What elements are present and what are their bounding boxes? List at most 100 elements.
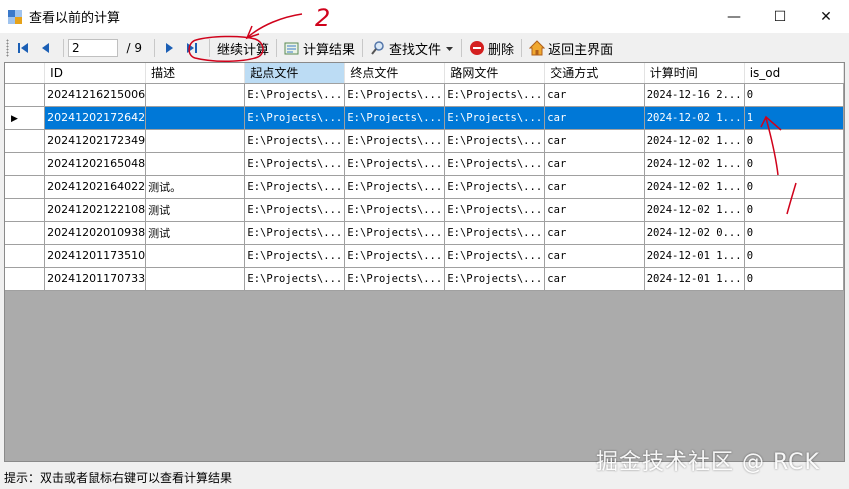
maximize-button[interactable]: ☐: [757, 0, 803, 33]
row-header[interactable]: [5, 267, 46, 291]
row-header[interactable]: [5, 129, 46, 153]
id-cell[interactable]: 20241202165048: [44, 152, 147, 176]
id-cell[interactable]: 20241202172642: [44, 106, 147, 130]
table-row[interactable]: 20241202122108 测试 E:\Projects\... E:\Pro…: [5, 198, 844, 222]
row-header[interactable]: [5, 83, 46, 107]
data-grid[interactable]: ID 描述 起点文件 终点文件 路网文件 交通方式 计算时间 is_od 202…: [4, 62, 845, 462]
transport-mode-cell[interactable]: car: [544, 244, 645, 268]
calc-time-cell[interactable]: 2024-12-02 1...: [644, 129, 745, 153]
close-button[interactable]: ✕: [803, 0, 849, 33]
transport-mode-cell[interactable]: car: [544, 106, 645, 130]
id-cell[interactable]: 20241202172349: [44, 129, 147, 153]
transport-mode-cell[interactable]: car: [544, 221, 645, 245]
start-file-cell[interactable]: E:\Projects\...: [244, 198, 346, 222]
is-od-cell[interactable]: 0: [744, 83, 844, 107]
calc-time-cell[interactable]: 2024-12-02 0...: [644, 221, 745, 245]
description-cell[interactable]: 测试: [145, 221, 246, 245]
column-header[interactable]: ID: [44, 63, 147, 84]
calc-time-cell[interactable]: 2024-12-01 1...: [644, 267, 745, 291]
calc-time-cell[interactable]: 2024-12-02 1...: [644, 106, 745, 130]
start-file-cell[interactable]: E:\Projects\...: [244, 129, 346, 153]
return-home-button[interactable]: 返回主界面: [526, 37, 616, 59]
column-header[interactable]: 描述: [145, 63, 246, 84]
start-file-cell[interactable]: E:\Projects\...: [244, 221, 346, 245]
is-od-cell[interactable]: 0: [744, 244, 844, 268]
end-file-cell[interactable]: E:\Projects\...: [344, 106, 446, 130]
start-file-cell[interactable]: E:\Projects\...: [244, 83, 346, 107]
description-cell[interactable]: 测试: [145, 198, 246, 222]
network-file-cell[interactable]: E:\Projects\...: [444, 221, 546, 245]
first-record-button[interactable]: [13, 38, 33, 58]
transport-mode-cell[interactable]: car: [544, 198, 645, 222]
description-cell[interactable]: [145, 129, 246, 153]
calc-time-cell[interactable]: 2024-12-02 1...: [644, 198, 745, 222]
row-header[interactable]: [5, 244, 46, 268]
calc-time-cell[interactable]: 2024-12-16 2...: [644, 83, 745, 107]
description-cell[interactable]: 测试。: [145, 175, 246, 199]
transport-mode-cell[interactable]: car: [544, 129, 645, 153]
row-header[interactable]: [5, 221, 46, 245]
description-cell[interactable]: [145, 152, 246, 176]
transport-mode-cell[interactable]: car: [544, 152, 645, 176]
is-od-cell[interactable]: 0: [744, 221, 844, 245]
delete-button[interactable]: 删除: [466, 37, 517, 59]
previous-record-button[interactable]: [36, 38, 56, 58]
minimize-button[interactable]: —: [711, 0, 757, 33]
column-header[interactable]: 计算时间: [644, 63, 745, 84]
network-file-cell[interactable]: E:\Projects\...: [444, 152, 546, 176]
start-file-cell[interactable]: E:\Projects\...: [244, 244, 346, 268]
table-row-selected[interactable]: ▶ 20241202172642 E:\Projects\... E:\Proj…: [5, 106, 844, 130]
description-cell[interactable]: [145, 83, 246, 107]
continue-calculation-button[interactable]: 继续计算: [214, 37, 272, 59]
id-cell[interactable]: 20241201173510: [44, 244, 147, 268]
is-od-cell[interactable]: 0: [744, 267, 844, 291]
end-file-cell[interactable]: E:\Projects\...: [344, 152, 446, 176]
calc-time-cell[interactable]: 2024-12-01 1...: [644, 244, 745, 268]
end-file-cell[interactable]: E:\Projects\...: [344, 175, 446, 199]
row-header[interactable]: [5, 198, 46, 222]
description-cell[interactable]: [145, 244, 246, 268]
row-header-corner[interactable]: [5, 63, 46, 84]
last-record-button[interactable]: [182, 38, 202, 58]
is-od-cell[interactable]: 1: [744, 106, 844, 130]
column-header[interactable]: 交通方式: [544, 63, 645, 84]
table-row[interactable]: 20241202164022 测试。 E:\Projects\... E:\Pr…: [5, 175, 844, 199]
description-cell[interactable]: [145, 267, 246, 291]
table-row[interactable]: 20241201173510 E:\Projects\... E:\Projec…: [5, 244, 844, 268]
table-row[interactable]: 20241201170733 E:\Projects\... E:\Projec…: [5, 267, 844, 291]
is-od-cell[interactable]: 0: [744, 152, 844, 176]
id-cell[interactable]: 20241202122108: [44, 198, 147, 222]
column-header[interactable]: 终点文件: [344, 63, 446, 84]
start-file-cell[interactable]: E:\Projects\...: [244, 106, 346, 130]
is-od-cell[interactable]: 0: [744, 129, 844, 153]
column-header[interactable]: is_od: [744, 63, 844, 84]
view-results-button[interactable]: 计算结果: [281, 37, 358, 59]
end-file-cell[interactable]: E:\Projects\...: [344, 221, 446, 245]
network-file-cell[interactable]: E:\Projects\...: [444, 129, 546, 153]
table-row[interactable]: 20241216215006 E:\Projects\... E:\Projec…: [5, 83, 844, 107]
calc-time-cell[interactable]: 2024-12-02 1...: [644, 175, 745, 199]
end-file-cell[interactable]: E:\Projects\...: [344, 198, 446, 222]
transport-mode-cell[interactable]: car: [544, 175, 645, 199]
row-header[interactable]: [5, 175, 46, 199]
next-record-button[interactable]: [159, 38, 179, 58]
id-cell[interactable]: 20241202010938: [44, 221, 147, 245]
end-file-cell[interactable]: E:\Projects\...: [344, 244, 446, 268]
find-file-dropdown[interactable]: 查找文件: [367, 37, 457, 59]
start-file-cell[interactable]: E:\Projects\...: [244, 267, 346, 291]
id-cell[interactable]: 20241216215006: [44, 83, 147, 107]
network-file-cell[interactable]: E:\Projects\...: [444, 106, 546, 130]
is-od-cell[interactable]: 0: [744, 175, 844, 199]
row-header[interactable]: [5, 152, 46, 176]
id-cell[interactable]: 20241202164022: [44, 175, 147, 199]
row-header[interactable]: ▶: [5, 106, 46, 130]
column-header[interactable]: 起点文件: [244, 63, 346, 84]
transport-mode-cell[interactable]: car: [544, 83, 645, 107]
id-cell[interactable]: 20241201170733: [44, 267, 147, 291]
end-file-cell[interactable]: E:\Projects\...: [344, 267, 446, 291]
transport-mode-cell[interactable]: car: [544, 267, 645, 291]
network-file-cell[interactable]: E:\Projects\...: [444, 175, 546, 199]
table-row[interactable]: 20241202172349 E:\Projects\... E:\Projec…: [5, 129, 844, 153]
is-od-cell[interactable]: 0: [744, 198, 844, 222]
description-cell[interactable]: [145, 106, 246, 130]
